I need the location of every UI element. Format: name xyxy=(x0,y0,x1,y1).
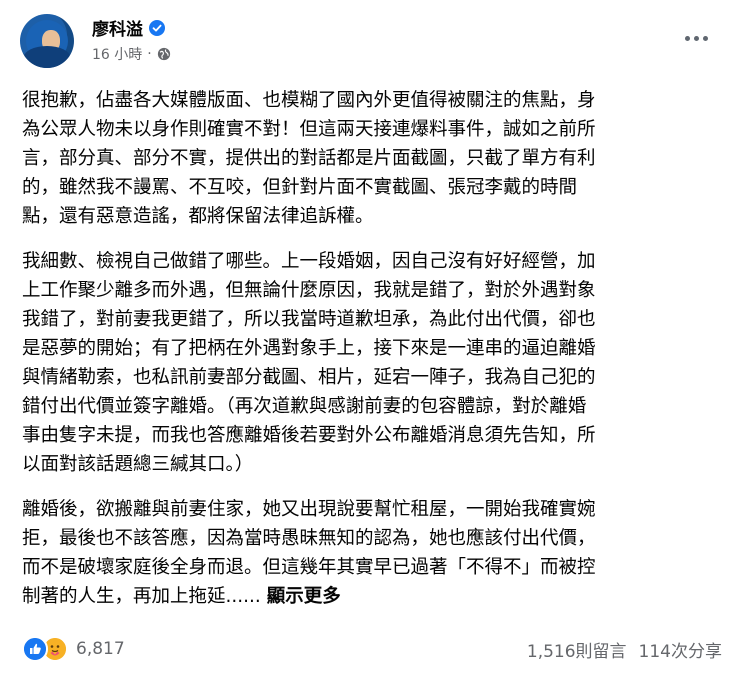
avatar-scarf xyxy=(24,46,70,68)
more-options-icon[interactable] xyxy=(683,28,711,48)
post-meta: 16 小時 · xyxy=(92,44,171,64)
share-count[interactable]: 114次分享 xyxy=(639,637,722,662)
reaction-count[interactable]: 6,817 xyxy=(76,639,125,659)
author-row: 廖科溢 xyxy=(92,15,165,40)
reaction-summary[interactable]: 6,817 xyxy=(22,636,125,662)
post-footer: 6,817 1,516則留言 114次分享 xyxy=(22,634,722,664)
post-header: 廖科溢 16 小時 · xyxy=(20,14,715,70)
post-paragraph-2: 我細數、檢視自己做錯了哪些。上一段婚姻，因自己沒有好好經營，加 上工作聚少離多而… xyxy=(22,251,596,475)
post-paragraph-3: 離婚後，欲搬離與前妻住家，她又出現說要幫忙租屋，一開始我確實婉 拒，最後也不該答… xyxy=(22,495,722,611)
author-name[interactable]: 廖科溢 xyxy=(92,15,143,40)
author-avatar[interactable] xyxy=(20,14,74,68)
globe-icon[interactable] xyxy=(157,47,171,61)
engagement-stats: 1,516則留言 114次分享 xyxy=(527,637,722,662)
meta-separator: · xyxy=(147,46,152,62)
post-timestamp[interactable]: 16 小時 xyxy=(92,44,142,64)
verified-badge-icon xyxy=(149,19,165,36)
facebook-post: 廖科溢 16 小時 · 很抱歉，佔盡各大媒體版面、也模糊了國內外更值得被關注的焦… xyxy=(0,0,735,673)
post-body: 很抱歉，佔盡各大媒體版面、也模糊了國內外更值得被關注的焦點，身 為公眾人物未以身… xyxy=(22,86,722,627)
see-more-link[interactable]: 顯示更多 xyxy=(267,586,341,607)
comment-count[interactable]: 1,516則留言 xyxy=(527,637,627,662)
like-reaction-icon xyxy=(22,636,48,662)
post-paragraph-1: 很抱歉，佔盡各大媒體版面、也模糊了國內外更值得被關注的焦點，身 為公眾人物未以身… xyxy=(22,90,596,227)
